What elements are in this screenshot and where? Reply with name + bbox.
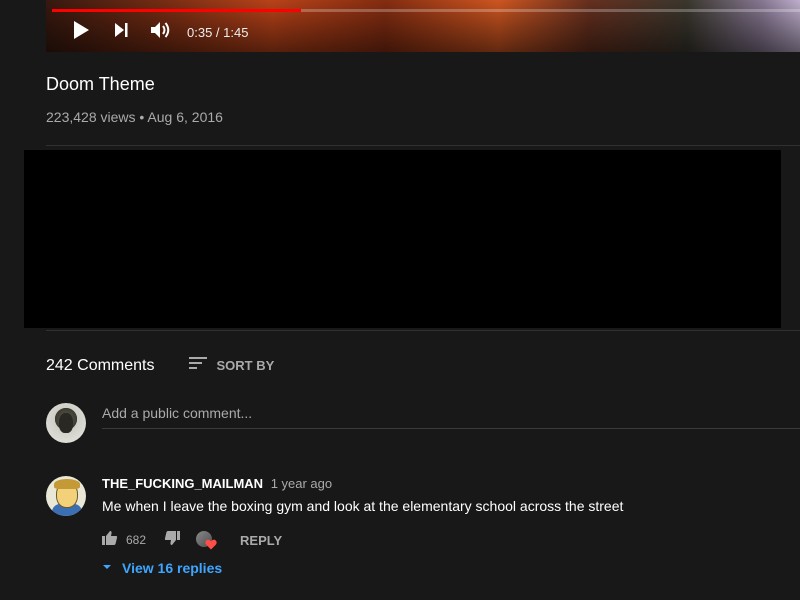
dislike-button[interactable] <box>162 530 182 550</box>
comment-actions: 682 REPLY <box>100 529 282 551</box>
progress-bar-fill <box>52 9 302 12</box>
view-replies-button[interactable]: View 16 replies <box>100 559 222 577</box>
video-title: Doom Theme <box>46 74 155 94</box>
time-display: 0:35 / 1:45 <box>187 24 249 40</box>
volume-icon <box>150 20 172 45</box>
redacted-area <box>24 150 781 328</box>
like-count: 682 <box>126 533 147 547</box>
comment-author-name[interactable]: THE_FUCKING_MAILMAN <box>102 476 263 491</box>
play-button[interactable] <box>61 16 101 48</box>
player-controls: 0:35 / 1:45 <box>46 16 800 48</box>
comments-count: 242 Comments <box>46 356 155 374</box>
sort-by-button[interactable]: SORT BY <box>188 355 275 376</box>
comment-author-avatar[interactable] <box>46 476 86 516</box>
divider <box>46 330 800 331</box>
sort-by-label: SORT BY <box>216 358 275 373</box>
add-comment-input[interactable]: Add a public comment... <box>102 402 800 429</box>
play-icon <box>72 20 90 45</box>
creator-heart-badge <box>196 529 220 551</box>
avatar[interactable] <box>46 403 86 443</box>
comments-header: 242 Comments SORT BY <box>46 355 274 376</box>
progress-bar[interactable] <box>52 9 800 12</box>
sort-icon <box>188 355 209 376</box>
heart-icon <box>205 537 217 555</box>
thumbs-up-icon <box>102 530 118 551</box>
like-button[interactable] <box>100 530 120 550</box>
video-meta: 223,428 views • Aug 6, 2016 <box>46 109 223 125</box>
next-button[interactable] <box>101 16 141 48</box>
caret-down-icon <box>100 559 114 577</box>
view-replies-label: View 16 replies <box>122 560 223 576</box>
comment-text: Me when I leave the boxing gym and look … <box>102 498 624 514</box>
thumbs-down-icon <box>164 530 181 551</box>
volume-button[interactable] <box>141 16 181 48</box>
next-icon <box>113 22 129 43</box>
comment-author-line: THE_FUCKING_MAILMAN 1 year ago <box>102 476 332 491</box>
reply-button[interactable]: REPLY <box>240 533 282 548</box>
comment-timestamp[interactable]: 1 year ago <box>271 476 332 491</box>
divider <box>46 145 800 146</box>
video-player[interactable]: 0:35 / 1:45 <box>46 0 800 52</box>
